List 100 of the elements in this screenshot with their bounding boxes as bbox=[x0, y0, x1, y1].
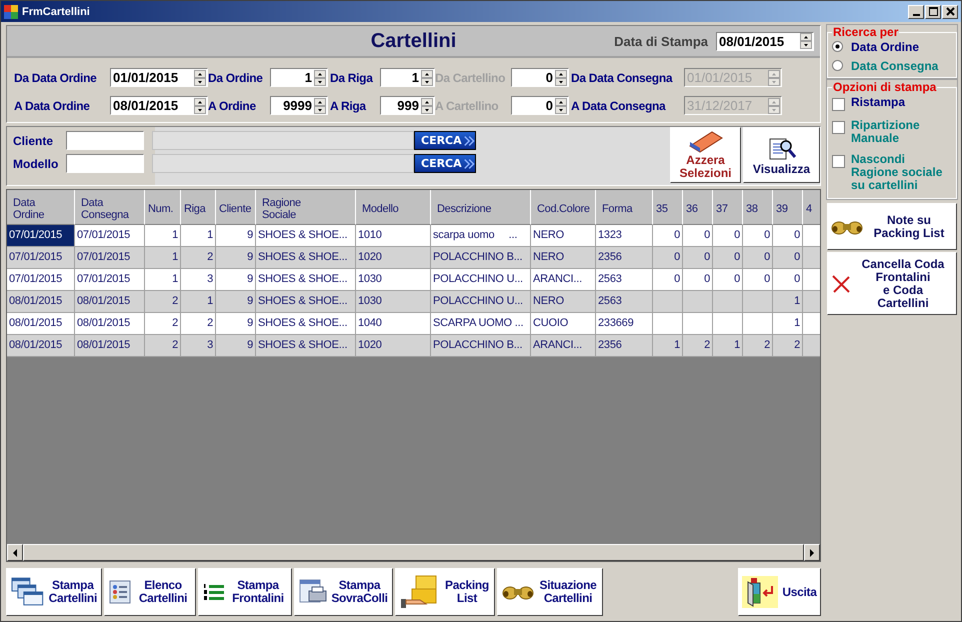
print-date-label: Data di Stampa bbox=[614, 34, 708, 48]
table-cell: 08/01/2015 bbox=[75, 335, 145, 357]
option-label[interactable]: Data Ordine bbox=[851, 41, 920, 54]
checkbox[interactable] bbox=[832, 155, 845, 168]
column-header[interactable]: Cod.Colore bbox=[531, 190, 596, 225]
code-input-field[interactable] bbox=[66, 131, 144, 150]
spinner-icon[interactable] bbox=[421, 70, 433, 86]
maximize-icon bbox=[928, 7, 938, 16]
date-field[interactable]: 08/01/2015 bbox=[110, 96, 208, 115]
code-input-field[interactable] bbox=[66, 154, 144, 173]
table-cell: 1 bbox=[653, 335, 683, 357]
column-header[interactable]: 37 bbox=[713, 190, 743, 225]
column-header[interactable]: Cliente bbox=[216, 190, 256, 225]
reset-button[interactable]: Azzera Selezioni bbox=[670, 127, 741, 183]
column-header[interactable]: Modello bbox=[356, 190, 431, 225]
spinner-icon[interactable] bbox=[194, 98, 206, 114]
column-header[interactable]: Num. bbox=[145, 190, 181, 225]
horizontal-scrollbar[interactable] bbox=[7, 544, 820, 561]
filter-label: Da Data Consegna bbox=[571, 70, 674, 84]
number-field[interactable]: 0 bbox=[511, 96, 569, 115]
chevron-icon bbox=[462, 134, 475, 146]
toolbar-button[interactable]: Packing List bbox=[395, 568, 495, 616]
date-field[interactable]: 01/01/2015 bbox=[110, 68, 208, 87]
number-field[interactable]: 1 bbox=[270, 68, 328, 87]
window-title: FrmCartellini bbox=[22, 6, 90, 18]
exit-button[interactable]: Uscita bbox=[738, 568, 821, 616]
table-cell: 2 bbox=[145, 335, 181, 357]
search-label: Modello bbox=[13, 156, 60, 170]
option-label[interactable]: Ristampa bbox=[851, 96, 906, 109]
view-button[interactable]: Visualizza bbox=[743, 127, 820, 183]
clear-queue-button[interactable]: Cancella Coda Frontalini e Coda Cartellini bbox=[827, 252, 957, 315]
spinner-icon[interactable] bbox=[421, 98, 433, 114]
table-cell: ARANCI... bbox=[531, 335, 596, 357]
column-header[interactable]: Forma bbox=[596, 190, 653, 225]
filter-label: A Riga bbox=[330, 98, 368, 112]
number-field[interactable]: 999 bbox=[380, 96, 435, 115]
column-header[interactable]: Riga bbox=[181, 190, 216, 225]
column-header[interactable]: 39 bbox=[773, 190, 803, 225]
group-title: Opzioni di stampa bbox=[832, 80, 938, 94]
minimize-icon bbox=[912, 14, 920, 16]
number-field[interactable]: 9999 bbox=[270, 96, 328, 115]
column-header[interactable]: Data Consegna bbox=[75, 190, 145, 225]
close-icon bbox=[946, 7, 954, 16]
spinner-icon[interactable] bbox=[555, 98, 567, 114]
table-cell: 1020 bbox=[356, 335, 431, 357]
maximize-button[interactable] bbox=[925, 4, 941, 18]
table-cell: 2 bbox=[773, 335, 803, 357]
toolbar-button[interactable]: Stampa Frontalini bbox=[198, 568, 292, 616]
filter-label: Da Ordine bbox=[208, 70, 264, 84]
number-field[interactable]: 0 bbox=[511, 68, 569, 87]
list-icon bbox=[109, 580, 131, 604]
filter-label: Da Data Ordine bbox=[14, 70, 98, 84]
filter-label: A Data Consegna bbox=[571, 98, 667, 112]
filter-label: A Ordine bbox=[208, 98, 257, 112]
table-cell: 1 bbox=[713, 335, 743, 357]
scroll-left-icon[interactable] bbox=[12, 548, 18, 556]
filter-label: A Data Ordine bbox=[14, 98, 91, 112]
search-label: Cliente bbox=[13, 134, 54, 148]
app-icon bbox=[4, 4, 18, 18]
close-button[interactable] bbox=[942, 4, 958, 18]
table-cell: 07/01/2015 bbox=[7, 225, 75, 247]
search-button[interactable]: CERCA bbox=[414, 154, 476, 173]
minimize-button[interactable] bbox=[908, 4, 924, 18]
notes-button[interactable]: Note su Packing List bbox=[827, 203, 957, 250]
exit-door-icon bbox=[742, 576, 778, 608]
chevron-icon bbox=[462, 158, 475, 170]
radio-button[interactable] bbox=[832, 41, 843, 52]
date-field[interactable]: 08/01/2015 bbox=[716, 32, 814, 50]
number-field[interactable]: 1 bbox=[380, 68, 435, 87]
toolbar-button[interactable]: Stampa SovraColli bbox=[294, 568, 393, 616]
spinner-icon[interactable] bbox=[314, 98, 326, 114]
table-cell: 08/01/2015 bbox=[7, 335, 75, 357]
column-header[interactable]: Ragione Sociale bbox=[256, 190, 356, 225]
spinner-icon[interactable] bbox=[194, 70, 206, 86]
column-header[interactable]: Descrizione bbox=[431, 190, 531, 225]
search-button[interactable]: CERCA bbox=[414, 131, 476, 150]
table-cell: SHOES & SHOE... bbox=[256, 335, 356, 357]
scroll-right-icon[interactable] bbox=[809, 548, 816, 556]
form-title: Cartellini bbox=[370, 30, 456, 52]
radio-button[interactable] bbox=[832, 60, 843, 71]
group-title: Ricerca per bbox=[832, 25, 900, 39]
column-header[interactable]: Data Ordine bbox=[7, 190, 75, 225]
spinner-icon[interactable] bbox=[800, 33, 812, 49]
toolbar-button[interactable]: Stampa Cartellini bbox=[6, 568, 102, 616]
filter-label: Da Riga bbox=[330, 70, 374, 84]
spinner-icon[interactable] bbox=[555, 70, 567, 86]
checkbox[interactable] bbox=[832, 121, 845, 134]
windows-icon bbox=[11, 577, 45, 607]
column-header[interactable]: 38 bbox=[743, 190, 773, 225]
toolbar-button[interactable]: Elenco Cartellini bbox=[104, 568, 196, 616]
toolbar-button[interactable]: Situazione Cartellini bbox=[497, 568, 603, 616]
column-header[interactable]: 36 bbox=[683, 190, 713, 225]
spinner-icon[interactable] bbox=[314, 70, 326, 86]
table-cell: 2 bbox=[683, 335, 713, 357]
table-cell: 3 bbox=[181, 335, 216, 357]
column-header[interactable]: 35 bbox=[653, 190, 683, 225]
cross-icon bbox=[831, 274, 851, 294]
numbered-list-icon bbox=[203, 582, 225, 602]
checkbox[interactable] bbox=[832, 98, 845, 111]
eraser-icon bbox=[688, 130, 724, 154]
